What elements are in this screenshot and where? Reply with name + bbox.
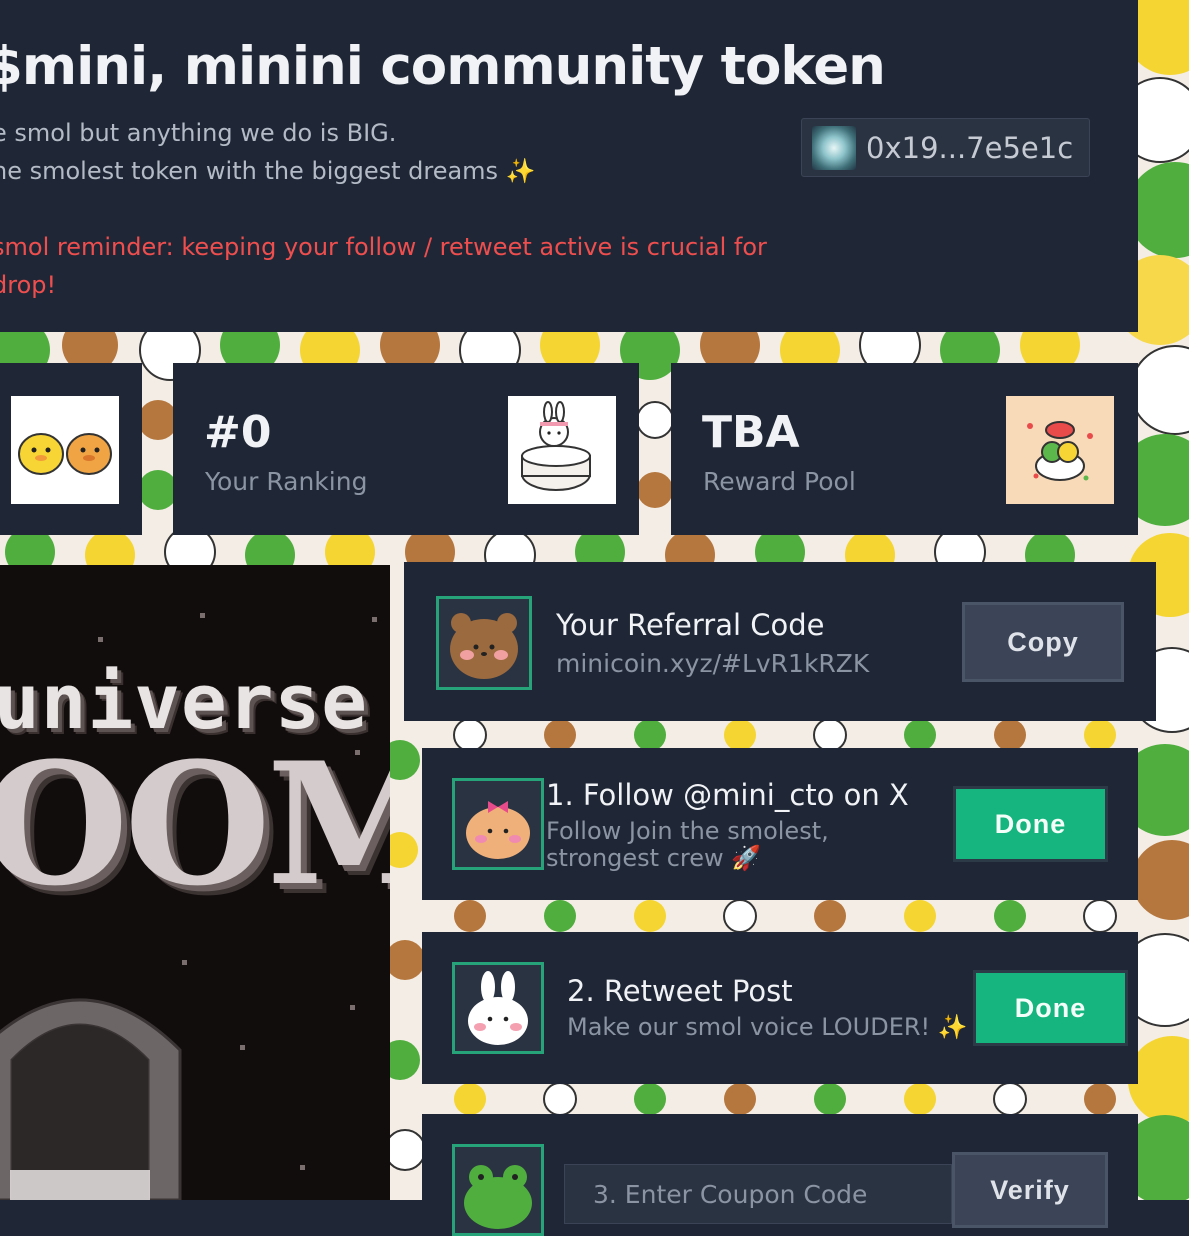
coupon-code-input[interactable] bbox=[564, 1164, 952, 1224]
follow-task-sub-line-1: Follow Join the smolest, bbox=[546, 817, 829, 845]
reminder-notice: smol reminder: keeping your follow / ret… bbox=[0, 228, 767, 304]
follow-done-button[interactable]: Done bbox=[953, 786, 1108, 862]
wallet-button[interactable]: 0x19...7e5e1c bbox=[801, 118, 1090, 177]
bunny-icon bbox=[452, 962, 544, 1054]
copy-referral-button[interactable]: Copy bbox=[962, 602, 1124, 682]
token-header: $mini, minini community token e smol but… bbox=[0, 0, 1138, 332]
chick-sticker-icon bbox=[11, 396, 119, 504]
wallet-avatar-icon bbox=[812, 126, 856, 170]
referral-card: Your Referral Code minicoin.xyz/#LvR1kRZ… bbox=[404, 562, 1156, 721]
referral-link: minicoin.xyz/#LvR1kRZK bbox=[556, 649, 870, 678]
description-line-2: ne smolest token with the biggest dreams… bbox=[0, 157, 536, 185]
follow-task-title: 1. Follow @mini_cto on X bbox=[546, 778, 909, 812]
party-sticker-icon bbox=[1006, 396, 1114, 504]
token-description: e smol but anything we do is BIG. ne smo… bbox=[0, 114, 536, 190]
game-title-large: OOM bbox=[0, 725, 390, 923]
stone-arch-icon bbox=[0, 998, 182, 1200]
frog-icon bbox=[452, 1144, 544, 1236]
game-preview: universe OOM bbox=[0, 565, 390, 1200]
task-coupon: Verify bbox=[422, 1114, 1138, 1236]
bunny-sticker-icon bbox=[508, 396, 616, 504]
star bbox=[372, 617, 377, 622]
task-follow: 1. Follow @mini_cto on X Follow Join the… bbox=[422, 748, 1138, 900]
retweet-done-button[interactable]: Done bbox=[973, 970, 1128, 1046]
bear-icon bbox=[436, 596, 532, 690]
description-line-1: e smol but anything we do is BIG. bbox=[0, 119, 397, 147]
task-retweet: 2. Retweet Post Make our smol voice LOUD… bbox=[422, 932, 1138, 1084]
retweet-task-subtitle: Make our smol voice LOUDER! ✨ bbox=[567, 1013, 968, 1041]
bow-bear-icon bbox=[452, 778, 544, 870]
reward-pool-value: TBA bbox=[702, 407, 800, 458]
ranking-value: #0 bbox=[204, 407, 272, 458]
star bbox=[200, 613, 205, 618]
wallet-address: 0x19...7e5e1c bbox=[866, 131, 1074, 165]
reward-pool-card: TBA Reward Pool bbox=[671, 363, 1138, 535]
retweet-task-title: 2. Retweet Post bbox=[567, 974, 793, 1008]
ranking-card: #0 Your Ranking bbox=[173, 363, 639, 535]
follow-task-sub-line-2: strongest crew 🚀 bbox=[546, 844, 762, 872]
referral-title: Your Referral Code bbox=[556, 608, 825, 642]
stat-card-partial bbox=[0, 363, 142, 535]
reward-pool-label: Reward Pool bbox=[703, 467, 856, 496]
verify-coupon-button[interactable]: Verify bbox=[952, 1152, 1108, 1228]
star bbox=[98, 637, 103, 642]
reminder-line-1: smol reminder: keeping your follow / ret… bbox=[0, 233, 767, 261]
reminder-line-2: drop! bbox=[0, 271, 57, 299]
ranking-label: Your Ranking bbox=[205, 467, 368, 496]
page-title: $mini, minini community token bbox=[0, 36, 886, 97]
follow-task-subtitle: Follow Join the smolest, strongest crew … bbox=[546, 818, 829, 872]
